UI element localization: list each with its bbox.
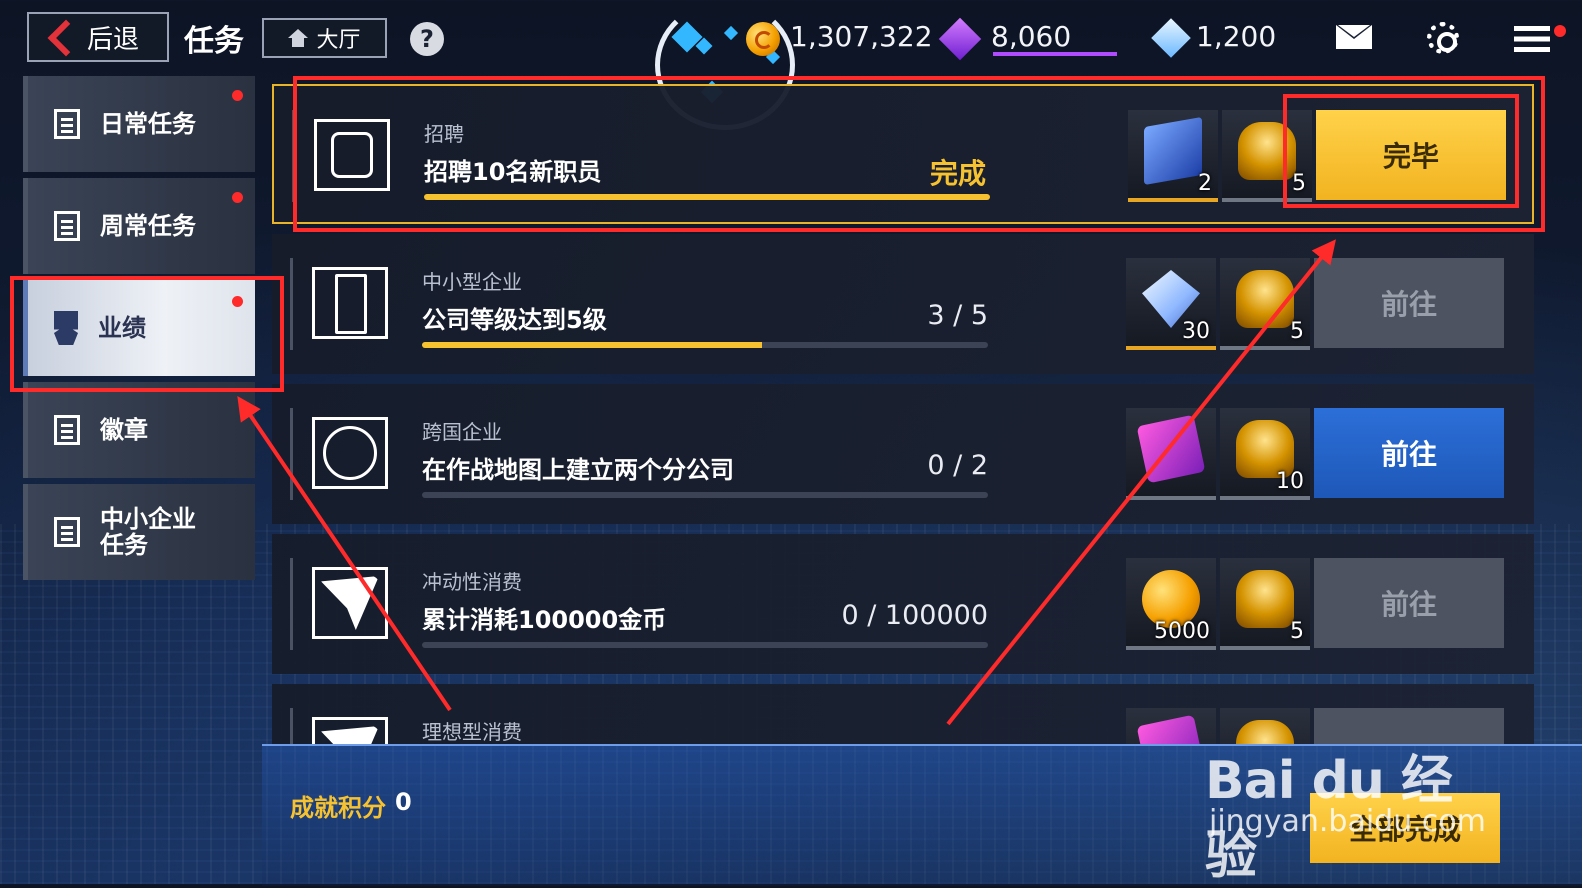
arrow-to-claim <box>946 239 1336 726</box>
arrow-to-sidebar <box>237 396 452 712</box>
annotation-arrows <box>237 239 1336 726</box>
